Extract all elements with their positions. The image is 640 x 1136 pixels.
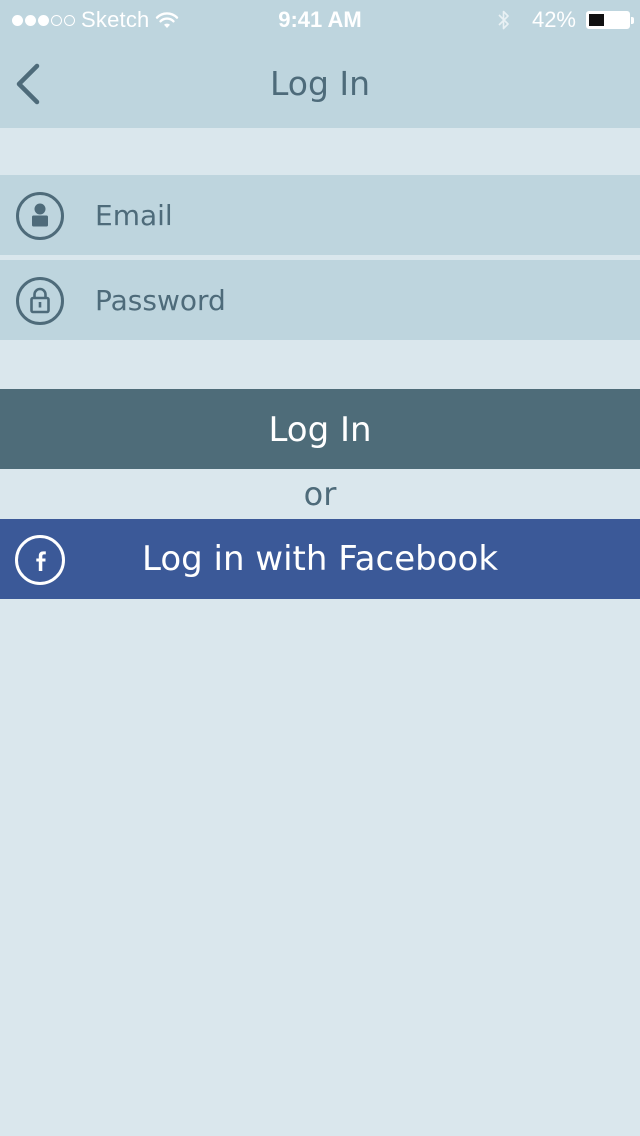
status-bar: Sketch 9:41 AM 42% bbox=[0, 0, 640, 40]
lock-icon bbox=[16, 277, 64, 325]
battery-percent: 42% bbox=[531, 7, 576, 32]
password-field-row[interactable] bbox=[0, 260, 640, 340]
facebook-login-button[interactable]: Log in with Facebook bbox=[0, 519, 640, 599]
battery-icon bbox=[586, 11, 634, 29]
battery-level bbox=[589, 14, 604, 26]
user-icon bbox=[16, 192, 64, 240]
email-input[interactable] bbox=[95, 175, 615, 255]
page-title: Log In bbox=[269, 64, 371, 103]
facebook-button-label: Log in with Facebook bbox=[141, 539, 499, 579]
or-separator: or bbox=[303, 475, 337, 513]
navigation-bar: Log In bbox=[0, 40, 640, 128]
password-input[interactable] bbox=[95, 260, 615, 340]
login-button[interactable]: Log In bbox=[0, 389, 640, 469]
bluetooth-icon bbox=[498, 10, 509, 30]
email-field-row[interactable] bbox=[0, 175, 640, 255]
battery-nub bbox=[631, 17, 634, 24]
status-bar-right: 42% bbox=[496, 0, 634, 40]
